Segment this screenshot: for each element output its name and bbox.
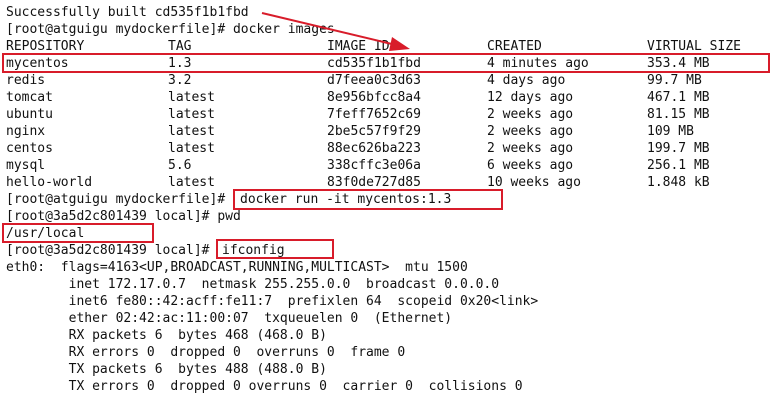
arrow-icon (261, 12, 410, 51)
